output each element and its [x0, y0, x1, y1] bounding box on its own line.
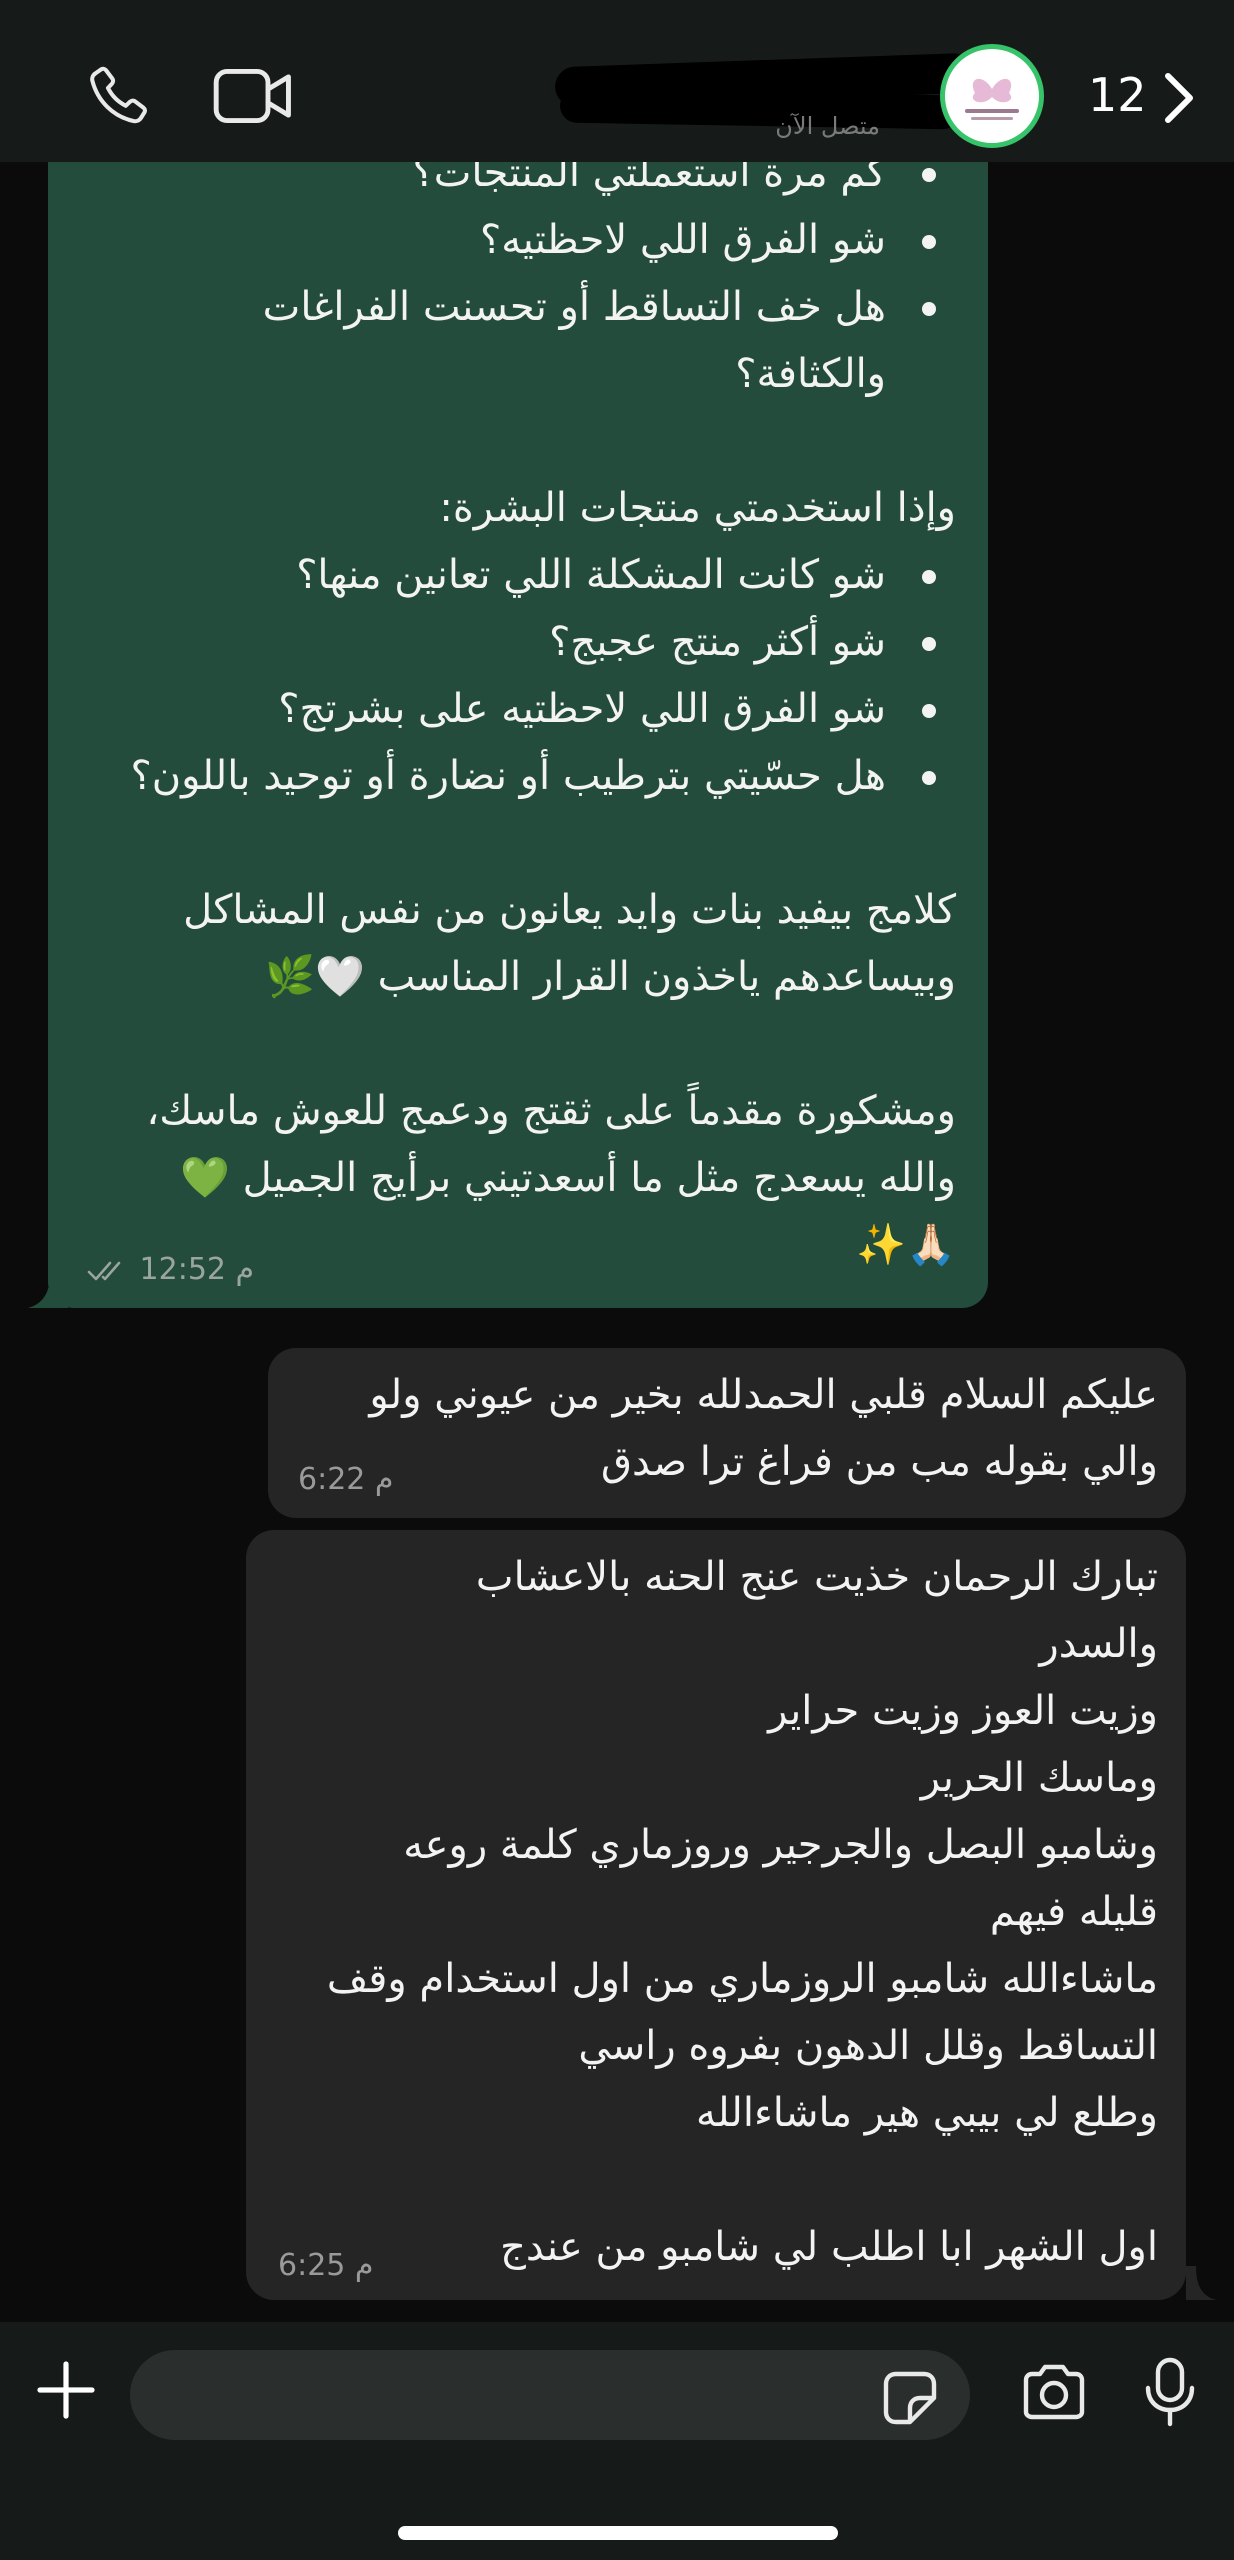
message-line: وبيساعدهم ياخذون القرار المناسب 🤍🌿 [265, 954, 956, 1000]
message-input[interactable] [130, 2350, 970, 2440]
avatar-logo-icon [965, 78, 1019, 120]
message-line: التساقط وقلل الدهون بفروه راسي [578, 2023, 1158, 2069]
presence-status: متصل الآن [775, 112, 880, 140]
chevron-right-icon[interactable] [1160, 70, 1200, 126]
redacted-contact-name-overlay [559, 88, 961, 130]
message-line: كلامج بيفيد بنات وايد يعانون من نفس المش… [183, 887, 956, 933]
message-line: وزيت العوز وزيت حراير [768, 1688, 1158, 1734]
bubble-tail [1186, 2266, 1216, 2300]
message-composer [0, 2322, 1234, 2560]
bubble-tail [28, 1274, 68, 1308]
chat-messages[interactable]: كم مرة استعملتي المنتجات؟ شو الفرق اللي … [0, 162, 1234, 2322]
outgoing-message[interactable]: كم مرة استعملتي المنتجات؟ شو الفرق اللي … [48, 162, 988, 1308]
message-line: وطلع لي بيبي هير ماشاءالله [695, 2090, 1158, 2136]
incoming-message-text: تبارك الرحمان خذيت عنج الحنه بالاعشاب وا… [327, 1544, 1158, 2281]
list-item: شو الفرق اللي لاحظتيه على بشرتج؟ [88, 676, 956, 743]
message-line: وشامبو البصل والجرجير وروزماري كلمة روعه [403, 1822, 1158, 1868]
outgoing-message-text: كم مرة استعملتي المنتجات؟ شو الفرق اللي … [88, 162, 957, 1279]
list-item: شو أكثر منتج عجبج؟ [88, 609, 956, 676]
unread-count: 12 [1088, 68, 1147, 122]
incoming-message[interactable]: عليكم السلام قلبي الحمدلله بخير من عيوني… [268, 1348, 1186, 1518]
sticker-icon[interactable] [882, 2370, 938, 2426]
video-icon[interactable] [212, 66, 294, 126]
message-line: عليكم السلام قلبي الحمدلله بخير من عيوني… [369, 1372, 1158, 1418]
microphone-icon[interactable] [1144, 2356, 1196, 2428]
list-item: هل خف التساقط أو تحسنت الفراغات [88, 274, 956, 341]
message-line: والي بقوله مب من فراغ ترا صدق [601, 1439, 1158, 1485]
message-time: 6:25 م [278, 2248, 374, 2283]
phone-icon[interactable] [82, 62, 152, 132]
message-line: ماشاءالله شامبو الروزماري من اول استخدام… [326, 1956, 1158, 2002]
message-line: وماسك الحرير [920, 1755, 1158, 1801]
message-time: 6:22 م [298, 1462, 394, 1497]
camera-icon[interactable] [1020, 2362, 1088, 2422]
message-heading: وإذا استخدمتي منتجات البشرة: [439, 485, 956, 531]
home-indicator[interactable] [398, 2526, 838, 2540]
list-item: شو الفرق اللي لاحظتيه؟ [88, 207, 956, 274]
message-line: والله يسعدج مثل ما أسعدتيني برأيج الجميل… [180, 1155, 956, 1201]
avatar[interactable] [940, 44, 1044, 148]
message-line: ومشكورة مقدماً على ثقتج ودعمج للعوش ماسك… [146, 1088, 956, 1134]
list-item: كم مرة استعملتي المنتجات؟ [88, 162, 956, 207]
incoming-message[interactable]: تبارك الرحمان خذيت عنج الحنه بالاعشاب وا… [246, 1530, 1186, 2300]
message-line: والسدر [1039, 1621, 1158, 1667]
message-meta: 12:52 م [80, 1252, 254, 1287]
list-item: هل حسّيتي بترطيب أو نضارة أو توحيد باللو… [88, 743, 956, 810]
double-check-icon [87, 1261, 121, 1280]
incoming-message-text: عليكم السلام قلبي الحمدلله بخير من عيوني… [369, 1362, 1158, 1496]
plus-icon[interactable] [36, 2360, 96, 2420]
message-line: اول الشهر ابا اطلب لي شامبو من عندج [500, 2224, 1158, 2270]
message-line: قليله فيهم [989, 1889, 1158, 1935]
list-item: شو كانت المشكلة اللي تعانين منها؟ [88, 542, 956, 609]
list-item-continuation: والكثافة؟ [735, 351, 886, 397]
chat-header: متصل الآن 12 [0, 0, 1234, 162]
message-time: 12:52 م [139, 1252, 255, 1287]
message-line: تبارك الرحمان خذيت عنج الحنه بالاعشاب [475, 1554, 1158, 1600]
